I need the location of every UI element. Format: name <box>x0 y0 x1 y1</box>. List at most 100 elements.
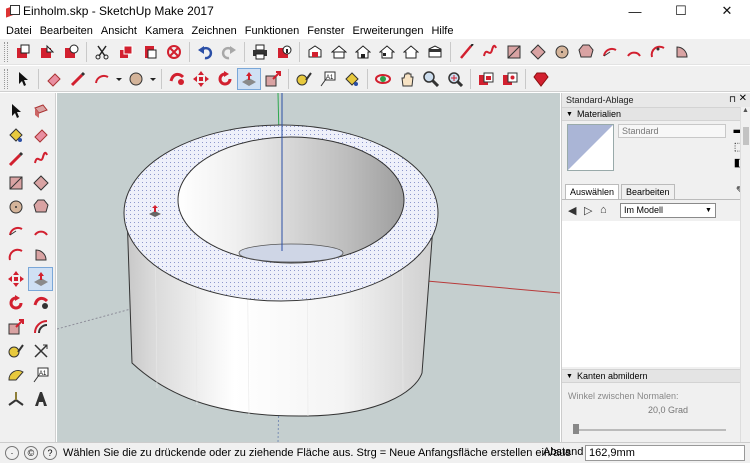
tab-auswaehlen[interactable]: Auswählen <box>565 184 620 199</box>
two-point-arc-button[interactable] <box>622 41 646 63</box>
save-button[interactable] <box>59 41 83 63</box>
tape-button[interactable] <box>292 68 316 90</box>
move-button[interactable] <box>189 68 213 90</box>
three-point-arc-button[interactable] <box>646 41 670 63</box>
maximize-button[interactable]: ☐ <box>658 0 704 22</box>
menu-datei[interactable]: Datei <box>2 25 36 37</box>
left-scale-tool[interactable] <box>3 315 28 339</box>
credits-icon[interactable]: © <box>24 446 38 460</box>
left-component-tool[interactable] <box>28 99 53 123</box>
arc-button[interactable] <box>598 41 622 63</box>
left-three-point-arc-tool[interactable] <box>3 243 28 267</box>
close-button[interactable]: ✕ <box>704 0 750 22</box>
left-arc-tool[interactable] <box>3 219 28 243</box>
pie-button[interactable] <box>670 41 694 63</box>
rectangle-button[interactable] <box>502 41 526 63</box>
left-pencil-tool[interactable] <box>3 147 28 171</box>
pan-button[interactable] <box>395 68 419 90</box>
scale-button[interactable] <box>261 68 285 90</box>
front-view-button[interactable] <box>351 41 375 63</box>
line-button[interactable] <box>454 41 478 63</box>
left-pie-tool[interactable] <box>28 243 53 267</box>
material-name-field[interactable]: Standard <box>618 124 726 138</box>
tab-bearbeiten[interactable]: Bearbeiten <box>621 184 675 199</box>
left-paint-tool[interactable] <box>3 123 28 147</box>
left-tape-tool[interactable] <box>3 339 28 363</box>
3d-warehouse-button[interactable] <box>474 68 498 90</box>
text-button[interactable]: A1 <box>316 68 340 90</box>
right-view-button[interactable] <box>375 41 399 63</box>
toolbar-grip[interactable] <box>4 41 8 62</box>
forward-arrow-icon[interactable]: ▷ <box>584 204 600 217</box>
redo-button[interactable] <box>217 41 241 63</box>
toolbar-grip[interactable] <box>4 68 8 89</box>
erase-button[interactable] <box>162 41 186 63</box>
copy-button[interactable] <box>114 41 138 63</box>
back-arrow-icon[interactable]: ◀ <box>568 204 584 217</box>
cut-button[interactable] <box>90 41 114 63</box>
left-rotate-tool[interactable] <box>3 291 28 315</box>
left-view-button[interactable] <box>423 41 447 63</box>
left-follow-me-tool[interactable] <box>28 291 53 315</box>
print-button[interactable] <box>248 41 272 63</box>
tray-close-icon[interactable]: ✕ <box>739 93 747 104</box>
zoom-extents-button[interactable] <box>443 68 467 90</box>
follow-me-button[interactable] <box>165 68 189 90</box>
arc-dropdown-button[interactable] <box>90 68 114 90</box>
undo-button[interactable] <box>193 41 217 63</box>
menu-kamera[interactable]: Kamera <box>141 25 188 37</box>
back-view-button[interactable] <box>399 41 423 63</box>
left-rectangle-tool[interactable] <box>3 171 28 195</box>
help-icon[interactable]: ? <box>43 446 57 460</box>
zoom-button[interactable] <box>419 68 443 90</box>
angle-slider-thumb[interactable] <box>573 424 579 434</box>
pin-icon[interactable]: ⊓ <box>729 94 736 105</box>
orbit-button[interactable] <box>371 68 395 90</box>
scroll-thumb[interactable] <box>743 127 749 145</box>
minimize-button[interactable]: — <box>612 0 658 22</box>
menu-ansicht[interactable]: Ansicht <box>97 25 141 37</box>
menu-funktionen[interactable]: Funktionen <box>241 25 303 37</box>
paste-button[interactable] <box>138 41 162 63</box>
left-3d-text-tool[interactable] <box>28 387 53 411</box>
left-text-tool[interactable]: A1 <box>28 363 53 387</box>
circle-button[interactable] <box>550 41 574 63</box>
menu-hilfe[interactable]: Hilfe <box>427 25 457 37</box>
model-info-button[interactable] <box>272 41 296 63</box>
3d-viewport[interactable] <box>57 93 560 442</box>
ruby-console-button[interactable] <box>529 68 553 90</box>
materials-panel-header[interactable]: ▼ Materialien <box>562 107 750 121</box>
left-circle-tool[interactable] <box>3 195 28 219</box>
polygon-button[interactable] <box>574 41 598 63</box>
arc-dropdown-arrow[interactable] <box>114 68 124 90</box>
extension-warehouse-button[interactable] <box>498 68 522 90</box>
circle-dropdown-button[interactable] <box>124 68 148 90</box>
left-two-point-arc-tool[interactable] <box>28 219 53 243</box>
menu-fenster[interactable]: Fenster <box>303 25 348 37</box>
left-protractor-tool[interactable] <box>3 363 28 387</box>
left-polygon-tool[interactable] <box>28 195 53 219</box>
menu-erweiterungen[interactable]: Erweiterungen <box>349 25 428 37</box>
tray-scrollbar[interactable]: ▲ <box>740 107 750 442</box>
freehand-button[interactable] <box>478 41 502 63</box>
menu-bearbeiten[interactable]: Bearbeiten <box>36 25 97 37</box>
angle-slider-track[interactable] <box>576 429 726 431</box>
circle-dropdown-arrow[interactable] <box>148 68 158 90</box>
soften-edges-panel-header[interactable]: ▼ Kanten abmildern <box>562 369 750 383</box>
paint-button[interactable] <box>340 68 364 90</box>
left-axes-tool[interactable] <box>3 387 28 411</box>
top-view-button[interactable] <box>327 41 351 63</box>
left-rotated-rectangle-tool[interactable] <box>28 171 53 195</box>
menu-zeichnen[interactable]: Zeichnen <box>188 25 241 37</box>
left-move-tool[interactable] <box>3 267 28 291</box>
left-offset-tool[interactable] <box>28 315 53 339</box>
material-collection-select[interactable]: Im Modell ▼ <box>620 203 716 218</box>
push-pull-button[interactable] <box>237 67 261 90</box>
home-icon[interactable]: ⌂ <box>600 204 616 216</box>
new-file-button[interactable] <box>11 41 35 63</box>
eraser-button[interactable] <box>42 68 66 90</box>
select-button[interactable] <box>11 68 35 90</box>
scroll-up-icon[interactable]: ▲ <box>741 107 750 114</box>
left-freehand-tool[interactable] <box>28 147 53 171</box>
pencil-button[interactable] <box>66 68 90 90</box>
